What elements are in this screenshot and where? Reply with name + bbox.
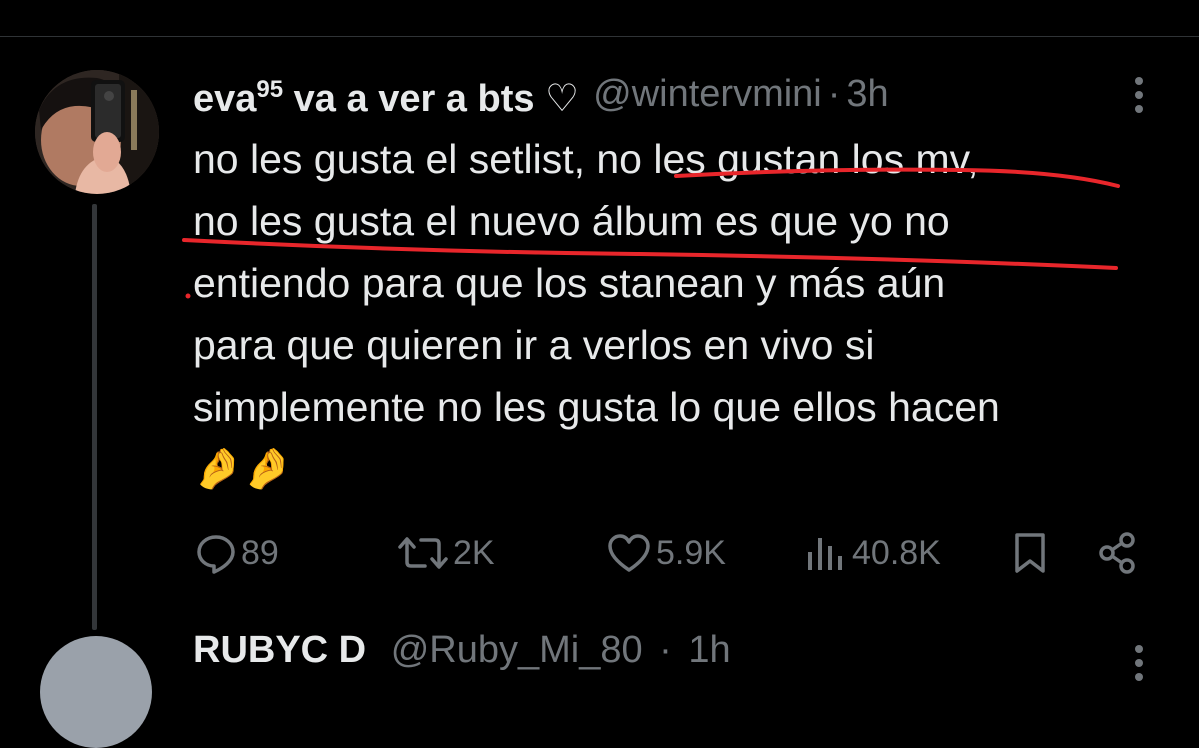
- bookmark-icon: [1015, 533, 1045, 573]
- tweet-time[interactable]: 3h: [846, 66, 888, 122]
- author-name-rest: va a ver a bts ♡: [293, 77, 580, 120]
- bar-chart-icon: [808, 538, 842, 570]
- heart-icon: [608, 534, 650, 572]
- avatar-image: [35, 70, 159, 194]
- bookmark-button[interactable]: [1012, 525, 1048, 581]
- more-vertical-icon[interactable]: [1128, 640, 1150, 686]
- next-author-name[interactable]: RUBYC D: [193, 629, 366, 671]
- tweet-header: eva95 va a ver a bts ♡ @wintervmini · 3h: [193, 66, 889, 122]
- next-tweet-time[interactable]: 1h: [688, 629, 730, 671]
- pinched-fingers-emoji: 🤌🤌: [193, 446, 293, 492]
- tweet-text-line: entiendo para que los stanean y más aún: [193, 260, 946, 306]
- tweet-text-line: no les gusta el setlist, no les gustan l…: [193, 136, 979, 182]
- tweet-actions: 89 2K 5.9K 40.8K: [0, 525, 1199, 581]
- more-vertical-icon[interactable]: [1128, 72, 1150, 118]
- author-name[interactable]: eva95 va a ver a bts ♡: [193, 62, 579, 127]
- next-header-separator: ·: [659, 629, 672, 671]
- reply-button[interactable]: 89: [195, 525, 279, 581]
- repost-button[interactable]: 2K: [397, 525, 495, 581]
- author-handle[interactable]: @wintervmini: [593, 66, 822, 122]
- reply-bubble-icon: [197, 535, 235, 574]
- author-avatar[interactable]: [35, 70, 159, 194]
- tweet-text: no les gusta el setlist, no les gustan l…: [193, 128, 1143, 500]
- top-divider: [0, 36, 1199, 37]
- views-count: 40.8K: [852, 533, 941, 572]
- author-name-sup: 95: [256, 75, 284, 103]
- views-button[interactable]: 40.8K: [804, 525, 941, 581]
- like-count: 5.9K: [656, 533, 726, 572]
- next-tweet-header: RUBYC D @Ruby_Mi_80 · 1h: [193, 622, 731, 678]
- repost-arrows-icon: [398, 537, 448, 569]
- author-name-first: eva: [193, 77, 257, 120]
- reply-count: 89: [241, 533, 279, 572]
- repost-count: 2K: [453, 533, 495, 572]
- like-button[interactable]: 5.9K: [606, 525, 726, 581]
- next-author-handle[interactable]: @Ruby_Mi_80: [391, 629, 643, 671]
- share-nodes-icon: [1099, 532, 1135, 574]
- tweet-text-line: para que quieren ir a verlos en vivo si: [193, 322, 875, 368]
- tweet-text-line: no les gusta el nuevo álbum es que yo no: [193, 198, 950, 244]
- tweet-text-line: simplemente no les gusta lo que ellos ha…: [193, 384, 1000, 430]
- header-separator: ·: [827, 73, 841, 115]
- share-button[interactable]: [1096, 525, 1140, 581]
- next-tweet-avatar[interactable]: [40, 636, 152, 748]
